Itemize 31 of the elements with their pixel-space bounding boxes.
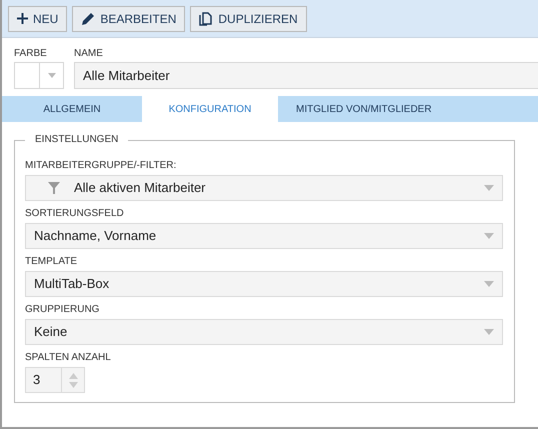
name-field[interactable]: Alle Mitarbeiter xyxy=(74,62,538,89)
caret-icon xyxy=(484,281,494,287)
filter-icon xyxy=(48,182,60,194)
toolbar-button[interactable]: BEARBEITEN xyxy=(72,6,186,32)
dropdown[interactable]: Nachname, Vorname xyxy=(25,223,503,249)
dropdown[interactable]: Alle aktiven Mitarbeiter xyxy=(25,175,503,201)
field-label: GRUPPIERUNG xyxy=(25,304,100,316)
plus-icon xyxy=(17,13,28,24)
field-label: SORTIERUNGSFELD xyxy=(25,208,125,220)
dropdown[interactable]: Keine xyxy=(25,319,503,345)
number-spinner[interactable]: 3 xyxy=(25,367,85,393)
caret-icon xyxy=(484,329,494,335)
tab[interactable]: KONFIGURATION xyxy=(142,96,278,122)
toolbar-button[interactable]: DUPLIZIEREN xyxy=(190,6,307,32)
caret-icon xyxy=(484,233,494,239)
caret-icon xyxy=(484,185,494,191)
field-label: MITARBEITERGRUPPE/-FILTER: xyxy=(25,160,178,172)
arrow-up-icon[interactable] xyxy=(68,372,78,378)
field-label: FARBE xyxy=(14,48,48,60)
field-label: NAME xyxy=(74,48,104,60)
arrow-down-icon[interactable] xyxy=(68,382,78,388)
caret-icon xyxy=(48,73,56,78)
toolbar-button[interactable]: NEU xyxy=(8,6,68,32)
tab[interactable]: MITGLIED VON/MITGLIEDER xyxy=(278,96,450,122)
tab[interactable]: ALLGEMEIN xyxy=(2,96,142,122)
color-picker[interactable] xyxy=(14,62,64,89)
copy-icon xyxy=(199,12,214,26)
field-label: SPALTEN ANZAHL xyxy=(25,352,112,364)
field-label: TEMPLATE xyxy=(25,256,78,268)
dropdown[interactable]: MultiTab-Box xyxy=(25,271,503,297)
pencil-icon xyxy=(81,12,96,26)
